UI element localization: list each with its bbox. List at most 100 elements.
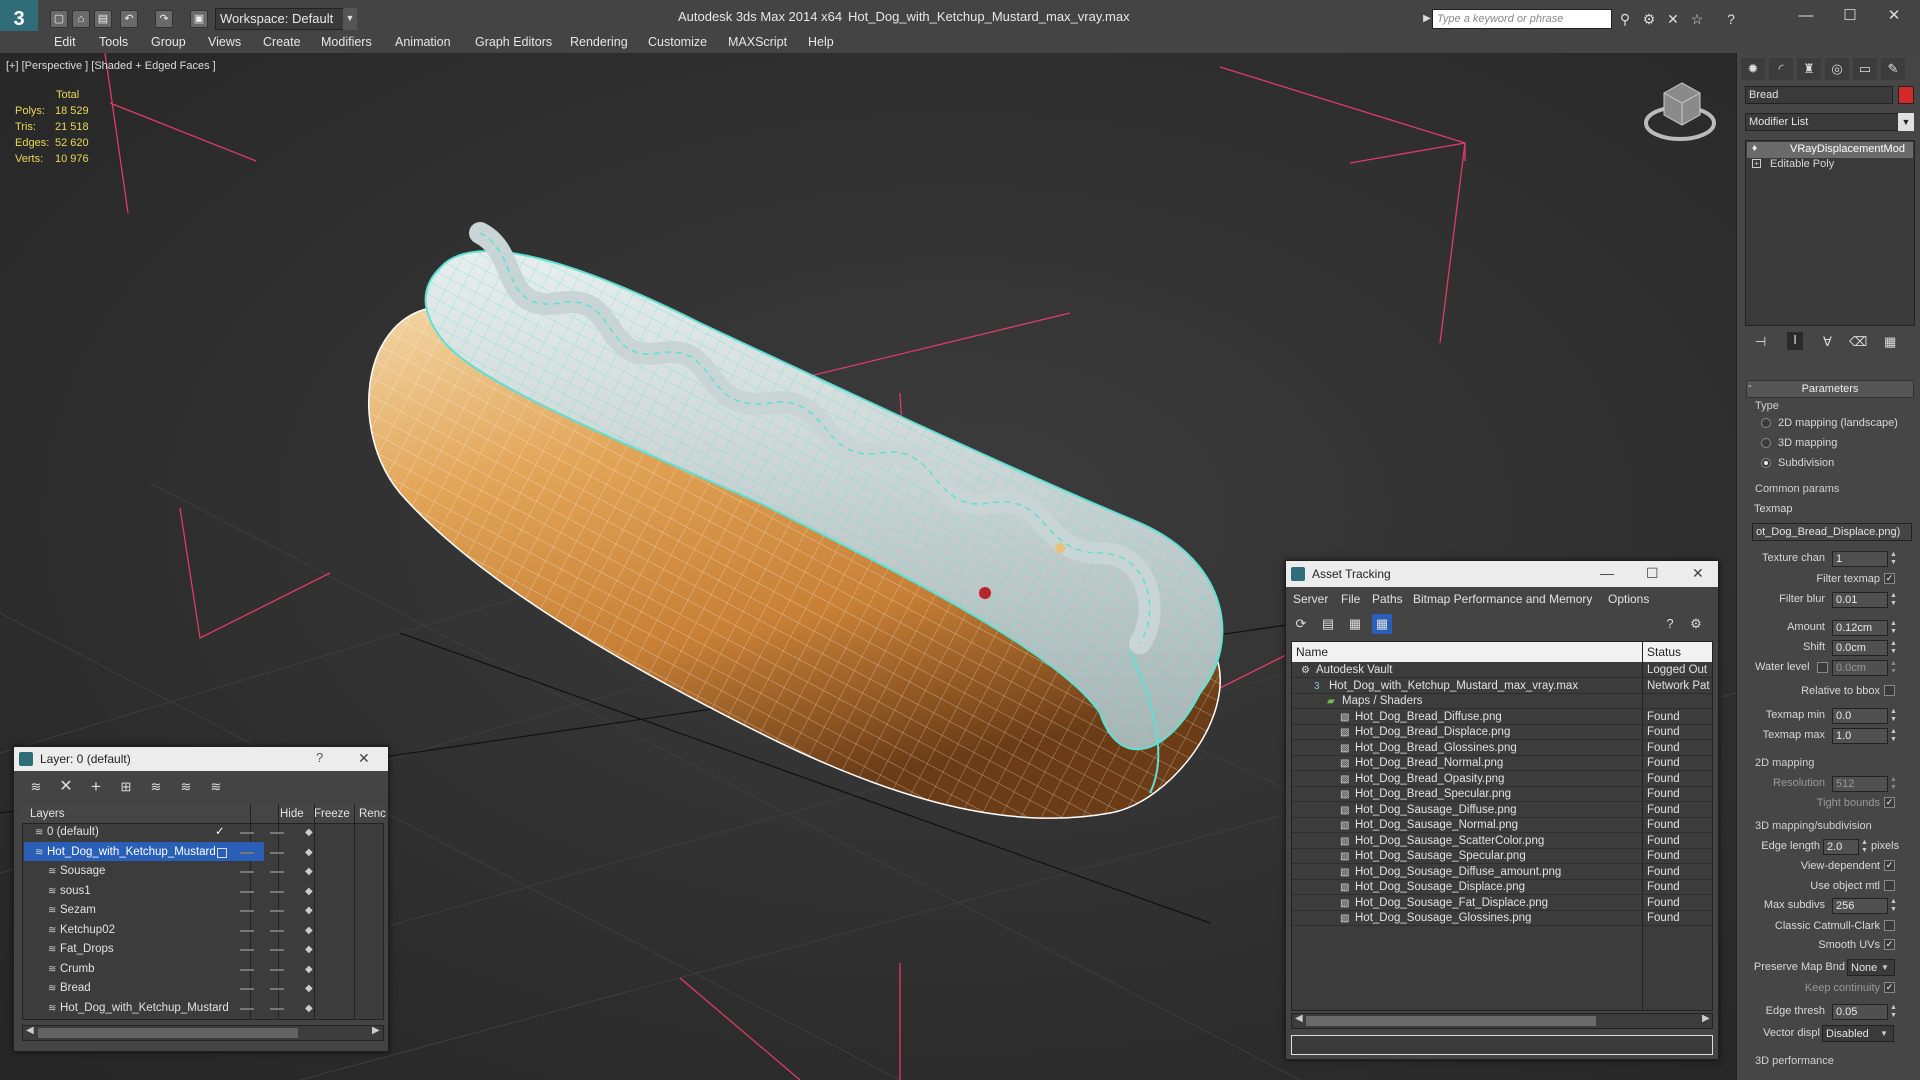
freeze-toggle[interactable] [270,832,284,834]
lightbulb-icon[interactable]: ♦ [1752,143,1762,155]
motion-tab-icon[interactable]: ◎ [1825,58,1849,80]
scroll-left-icon[interactable]: ◀ [26,1025,34,1036]
keep-continuity-checkbox[interactable]: ✓ [1884,982,1895,993]
remove-modifier-icon[interactable]: ⌫ [1849,334,1867,350]
freeze-all-icon[interactable]: ≋ [206,777,226,797]
close-icon[interactable]: ✕ [1692,565,1704,582]
hide-toggle[interactable] [240,832,254,834]
use-object-mtl-checkbox[interactable] [1884,880,1895,891]
help-icon[interactable]: ? [1722,10,1740,28]
menu-graph-editors[interactable]: Graph Editors [475,35,552,49]
help-icon[interactable]: ? [1660,614,1680,634]
freeze-toggle[interactable] [270,910,284,912]
layer-row-name[interactable]: Ketchup02 [60,921,115,940]
scroll-right-icon[interactable]: ▶ [372,1025,380,1036]
col-freeze[interactable]: Freeze [314,808,350,820]
select-objects-icon[interactable]: ⊞ [116,777,136,797]
asset-menu-server[interactable]: Server [1293,592,1328,606]
layer-row-name[interactable]: Bread [60,979,91,998]
render-teapot-icon[interactable]: ◆ [305,901,313,920]
water-level-spinner[interactable]: 0.0cm [1832,660,1888,676]
binoculars-icon[interactable]: ⚲ [1616,10,1634,28]
stack-item[interactable]: Editable Poly [1770,158,1834,170]
asset-hscroll-thumb[interactable] [1306,1016,1596,1026]
radio-3d-mapping[interactable] [1761,438,1771,448]
table-view-icon[interactable]: ▦ [1372,614,1392,634]
close-icon[interactable]: ✕ [358,750,370,767]
freeze-toggle[interactable] [270,890,284,893]
spinner-arrows-icon[interactable]: ▲ ▼ [1890,551,1900,567]
delete-layer-icon[interactable]: ✕ [56,777,76,797]
spinner-arrows-icon[interactable]: ▲ ▼ [1890,620,1900,636]
add-to-layer-icon[interactable]: + [86,777,106,797]
render-teapot-icon[interactable]: ◆ [305,940,313,959]
undo-icon[interactable]: ↶ [120,10,138,28]
max-subdivs-spinner[interactable]: 256 [1832,898,1888,914]
hide-toggle[interactable] [240,871,254,873]
expand-plus-icon[interactable]: + [1752,159,1761,168]
resolution-spinner[interactable]: 512 [1832,776,1888,792]
spinner-arrows-icon[interactable]: ▲ ▼ [1890,898,1900,914]
water-level-checkbox[interactable] [1817,662,1828,673]
texmap-max-spinner[interactable]: 1.0 [1832,728,1888,744]
edge-length-spinner[interactable]: 2.0 [1823,839,1859,855]
render-teapot-icon[interactable]: ◆ [305,882,313,901]
radio-2d-mapping[interactable] [1761,418,1771,428]
search-input[interactable]: Type a keyword or phrase [1432,9,1612,29]
col-render[interactable]: Renc [359,808,386,820]
edge-thresh-spinner[interactable]: 0.05 [1832,1004,1888,1020]
settings-icon[interactable]: ⚙ [1686,614,1706,634]
refresh-icon[interactable]: ⟳ [1291,614,1311,634]
layer-row-name[interactable]: Fat_Drops [60,940,114,959]
freeze-toggle[interactable] [270,871,284,873]
spinner-arrows-icon[interactable]: ▲ ▼ [1861,839,1869,855]
col-status[interactable]: Status [1647,645,1681,659]
asset-tracking-window[interactable]: Asset Tracking — ☐ ✕ Server File Paths B… [1285,560,1719,1060]
layer-row-name[interactable]: Hot_Dog_with_Ketchup_Mustard [60,999,229,1018]
menu-animation[interactable]: Animation [395,35,451,49]
spinner-arrows-icon[interactable]: ▲ ▼ [1890,728,1900,744]
object-name-input[interactable]: Bread [1745,86,1893,104]
stack-item[interactable]: VRayDisplacementMod [1790,143,1905,155]
new-file-icon[interactable]: ▢ [50,10,68,28]
viewport-label[interactable]: [+] [Perspective ] [Shaded + Edged Faces… [6,60,216,72]
pin-stack-icon[interactable]: ⊣ [1755,334,1766,350]
help-icon[interactable]: ? [316,750,323,765]
col-layers[interactable]: Layers [30,808,65,820]
maximize-icon[interactable]: ☐ [1646,565,1659,582]
create-layer-icon[interactable]: ≋ [26,777,46,797]
object-color-swatch[interactable] [1898,86,1914,104]
utilities-tab-icon[interactable]: ✎ [1881,58,1905,80]
chevron-down-icon[interactable]: ▼ [1898,113,1914,131]
make-unique-icon[interactable]: ∀ [1823,334,1832,350]
chevron-down-icon[interactable]: ▼ [1881,960,1893,975]
spinner-arrows-icon[interactable]: ▲ ▼ [1890,708,1900,724]
hide-toggle[interactable] [240,949,254,951]
display-tab-icon[interactable]: ▭ [1853,58,1877,80]
configure-modifier-sets-icon[interactable]: ▦ [1884,334,1896,350]
spinner-arrows-icon[interactable]: ▲ ▼ [1890,776,1900,792]
texture-chan-spinner[interactable]: 1 [1832,551,1888,567]
menu-edit[interactable]: Edit [54,35,76,49]
asset-menu-paths[interactable]: Paths [1372,592,1403,606]
layer-explorer-window[interactable]: Layer: 0 (default) ? ✕ ≋ ✕ + ⊞ ≋ ≋ ≋ Lay… [13,746,389,1052]
render-teapot-icon[interactable]: ◆ [305,862,313,881]
layer-row-name[interactable]: Crumb [60,960,95,979]
classic-catmull-checkbox[interactable] [1884,920,1895,931]
freeze-toggle[interactable] [270,968,284,971]
freeze-toggle[interactable] [270,1007,284,1010]
hide-toggle[interactable] [240,890,254,893]
redo-icon[interactable]: ↷ [155,10,173,28]
smooth-uvs-checkbox[interactable]: ✓ [1884,939,1895,950]
layer-row-name[interactable]: Sezam [60,901,96,920]
col-hide[interactable]: Hide [280,808,304,820]
freeze-toggle[interactable] [270,929,284,932]
spinner-arrows-icon[interactable]: ▲ ▼ [1890,1004,1900,1020]
tight-bounds-checkbox[interactable]: ✓ [1884,797,1895,808]
scroll-right-icon[interactable]: ▶ [1702,1013,1710,1024]
menu-group[interactable]: Group [151,35,186,49]
layer-row-name[interactable]: sous1 [60,882,91,901]
shift-spinner[interactable]: 0.0cm [1832,640,1888,656]
hide-toggle[interactable] [240,968,254,971]
modifier-list-dropdown[interactable]: Modifier List [1745,113,1900,131]
